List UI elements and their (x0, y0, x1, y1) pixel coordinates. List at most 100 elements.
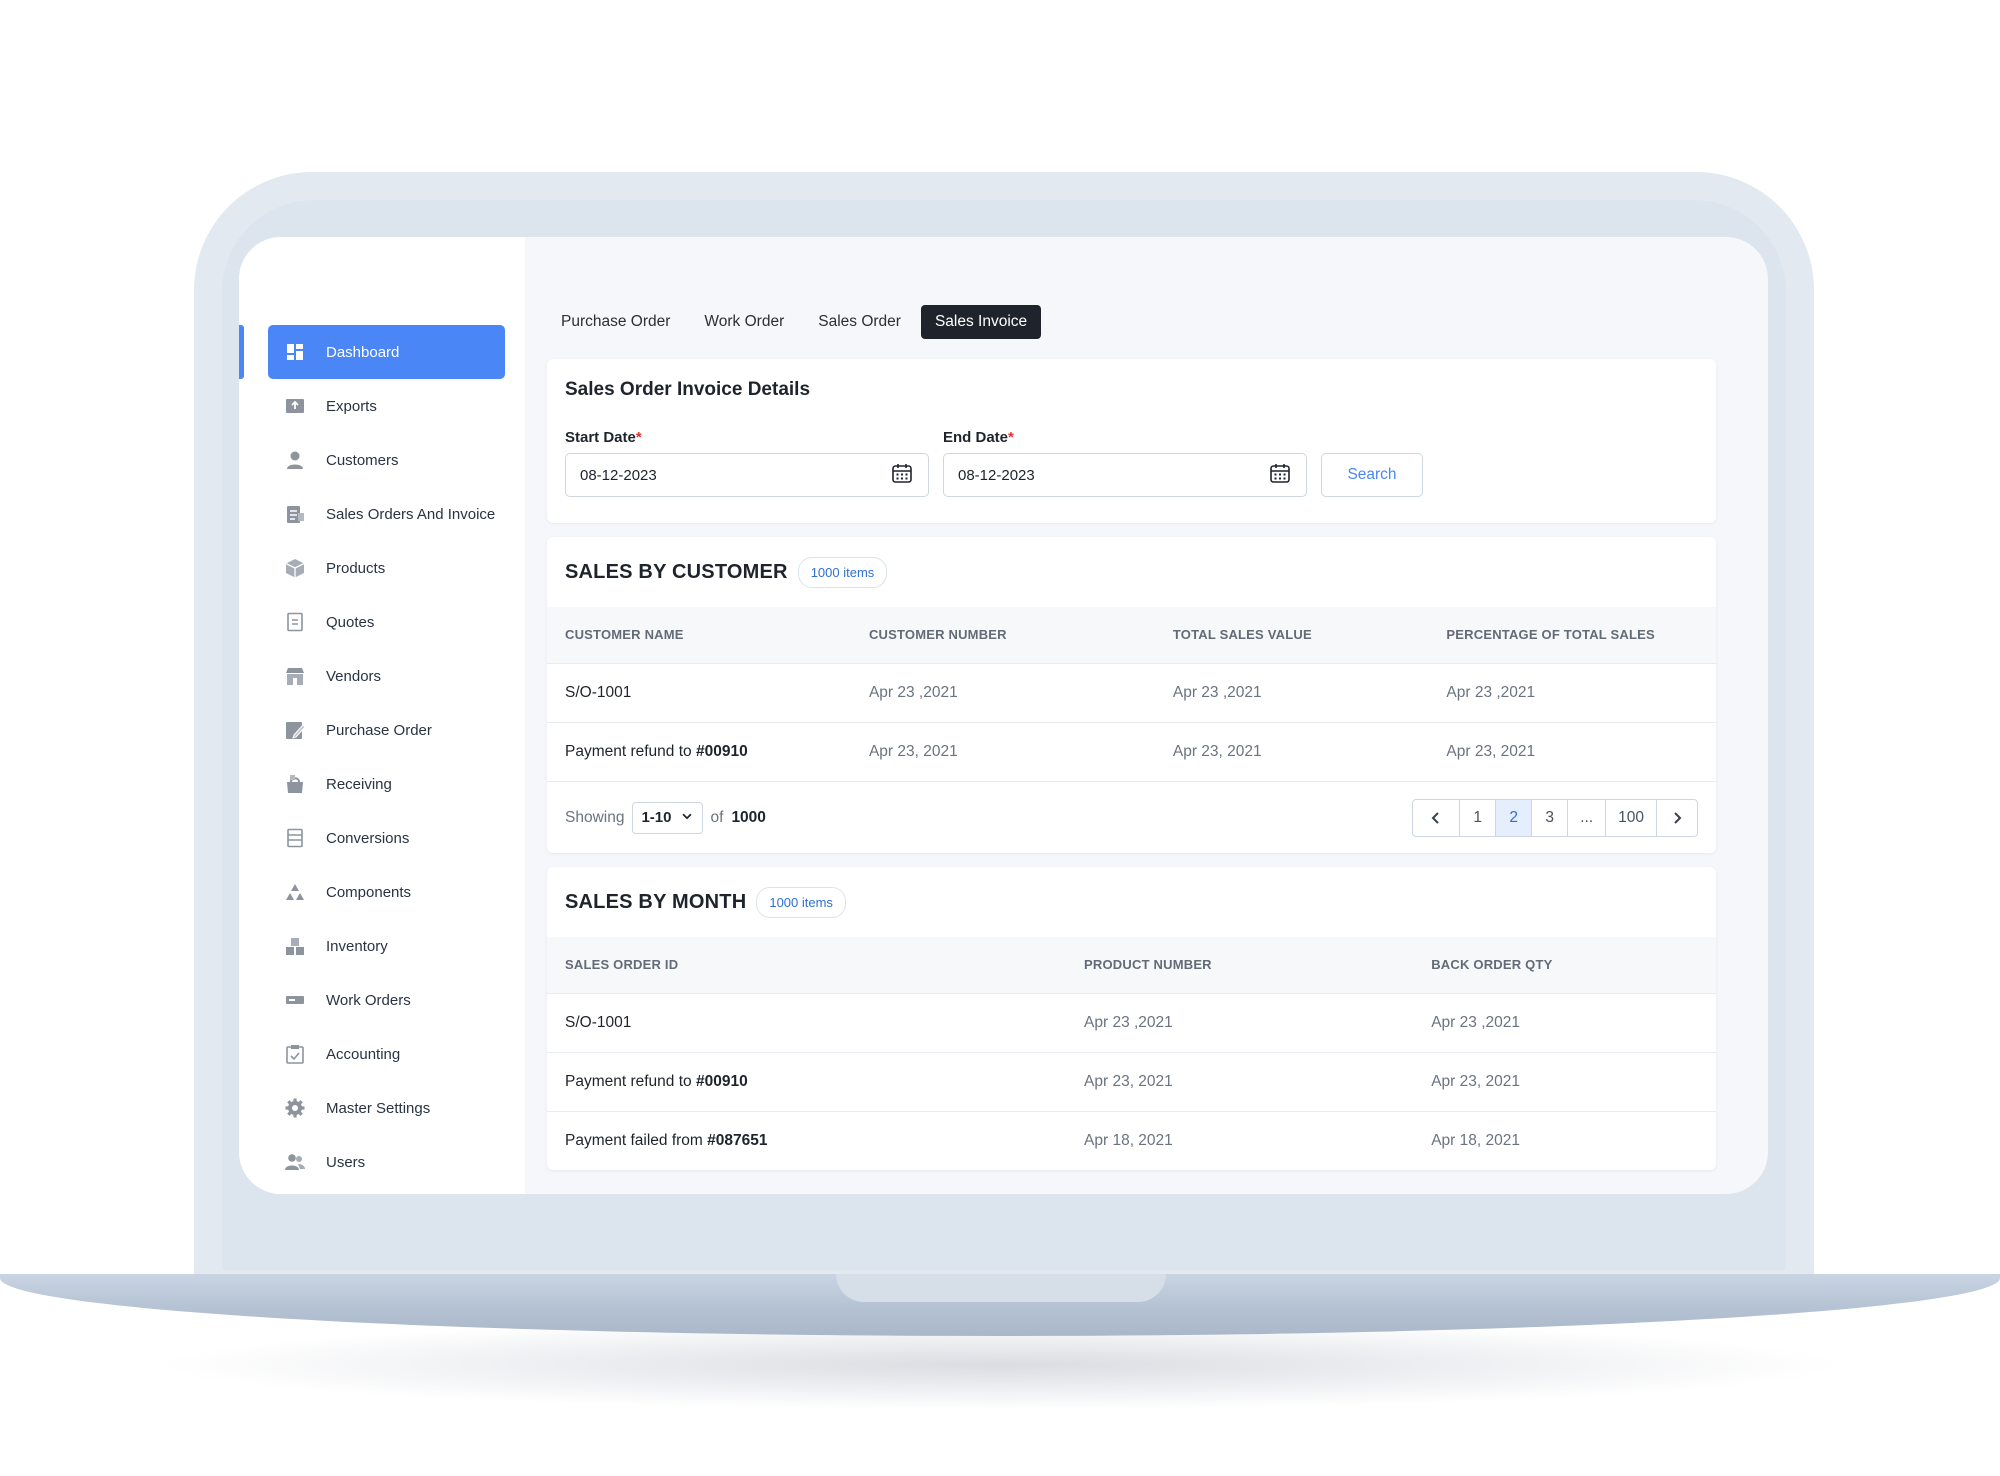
sidebar: Dashboard Exports Customers Sales Orders… (239, 237, 525, 1194)
sidebar-item-label: Receiving (326, 775, 392, 793)
customer-number-cell: Apr 23, 2021 (850, 721, 1155, 781)
page-button[interactable]: 1 (1459, 799, 1495, 836)
tab-sales-invoice[interactable]: Sales Invoice (920, 305, 1042, 339)
cell-strong-text: #00910 (695, 742, 748, 760)
products-icon (284, 557, 306, 579)
product-number-cell: Apr 23 ,2021 (1066, 992, 1414, 1052)
sidebar-item-products[interactable]: Products (268, 541, 505, 595)
cell-text: Payment failed from (565, 1131, 708, 1149)
sidebar-item-label: Exports (326, 397, 377, 415)
column-header[interactable]: BACK ORDER QTY (1413, 937, 1716, 993)
chevron-left-icon (1431, 811, 1439, 824)
back-order-qty-cell: Apr 23 ,2021 (1413, 992, 1716, 1052)
tab-work-order[interactable]: Work Order (690, 305, 798, 339)
sales-order-id-cell: Payment failed from #087651 (547, 1110, 1067, 1170)
exports-icon (284, 395, 306, 417)
start-date-value: 08-12-2023 (580, 466, 657, 484)
sidebar-item-components[interactable]: Components (268, 865, 505, 919)
start-date-field: Start Date* 08-12-2023 (565, 429, 929, 497)
start-date-input[interactable]: 08-12-2023 (565, 453, 929, 497)
cell-strong-text: #00910 (695, 1072, 748, 1090)
invoice-filter-card: Sales Order Invoice Details Start Date* … (547, 359, 1716, 523)
sales-order-id-cell: S/O-1001 (547, 992, 1067, 1052)
sidebar-item-inventory[interactable]: Inventory (268, 919, 505, 973)
table-row[interactable]: Payment failed from #087651 Apr 18, 2021… (547, 1110, 1716, 1170)
end-date-label: End Date* (943, 429, 1307, 446)
column-header[interactable]: PRODUCT NUMBER (1066, 937, 1414, 993)
column-header[interactable]: TOTAL SALES VALUE (1154, 607, 1429, 663)
sidebar-item-receiving[interactable]: Receiving (268, 757, 505, 811)
table-row[interactable]: Payment refund to #00910 Apr 23, 2021 Ap… (547, 721, 1716, 781)
users-icon (284, 1151, 306, 1173)
inventory-icon (284, 935, 306, 957)
page-button-current[interactable]: 2 (1495, 799, 1532, 836)
sidebar-item-work-orders[interactable]: Work Orders (268, 973, 505, 1027)
tab-purchase-order[interactable]: Purchase Order (547, 305, 684, 339)
sidebar-item-dashboard[interactable]: Dashboard (268, 325, 505, 379)
table-row[interactable]: Payment refund to #00910 Apr 23, 2021 Ap… (547, 1051, 1716, 1111)
cell-text: S/O-1001 (565, 1013, 632, 1031)
next-page-button[interactable] (1656, 799, 1697, 836)
end-date-input[interactable]: 08-12-2023 (943, 453, 1307, 497)
sidebar-item-sales-orders[interactable]: Sales Orders And Invoice (268, 487, 505, 541)
cell-text: S/O-1001 (565, 683, 632, 701)
vendors-icon (284, 665, 306, 687)
column-header[interactable]: CUSTOMER NAME (547, 607, 851, 663)
sidebar-item-label: Master Settings (326, 1099, 431, 1117)
page-size-value: 1-10 (641, 809, 672, 826)
sidebar-item-exports[interactable]: Exports (268, 379, 505, 433)
table-row[interactable]: S/O-1001 Apr 23 ,2021 Apr 23 ,2021 Apr 2… (547, 662, 1716, 722)
sidebar-item-master-settings[interactable]: Master Settings (268, 1081, 505, 1135)
sidebar-nav: Dashboard Exports Customers Sales Orders… (239, 325, 525, 1189)
page-button[interactable]: 100 (1605, 799, 1656, 836)
table-row[interactable]: S/O-1001 Apr 23 ,2021 Apr 23 ,2021 (547, 992, 1716, 1052)
page-ellipsis: ... (1567, 799, 1605, 836)
sales-by-customer-card: SALES BY CUSTOMER 1000 items CUSTOMER NA… (547, 537, 1716, 853)
sidebar-item-conversions[interactable]: Conversions (268, 811, 505, 865)
sales-orders-icon (284, 503, 306, 525)
gear-icon (284, 1097, 306, 1119)
sidebar-item-label: Products (326, 559, 386, 577)
sales-by-customer-title: SALES BY CUSTOMER (565, 560, 788, 583)
filter-row: Start Date* 08-12-2023 End Date* 08-12-2… (565, 429, 1698, 497)
tab-sales-order[interactable]: Sales Order (804, 305, 915, 339)
sidebar-item-customers[interactable]: Customers (268, 433, 505, 487)
column-header[interactable]: PERCENTAGE OF TOTAL SALES (1428, 607, 1716, 663)
sidebar-item-accounting[interactable]: Accounting (268, 1027, 505, 1081)
sidebar-item-purchase-order[interactable]: Purchase Order (268, 703, 505, 757)
sidebar-item-vendors[interactable]: Vendors (268, 649, 505, 703)
back-order-qty-cell: Apr 23, 2021 (1413, 1051, 1716, 1111)
start-date-label-text: Start Date (565, 429, 636, 446)
customer-name-cell: S/O-1001 (547, 662, 851, 722)
pagination: 1 2 3 ... 100 (1412, 798, 1698, 837)
column-header[interactable]: CUSTOMER NUMBER (850, 607, 1155, 663)
sidebar-item-quotes[interactable]: Quotes (268, 595, 505, 649)
of-label: of (710, 808, 724, 826)
sidebar-item-users[interactable]: Users (268, 1135, 505, 1189)
purchase-order-icon (284, 719, 306, 741)
card-header: SALES BY CUSTOMER 1000 items (547, 537, 1716, 607)
card-header: SALES BY MONTH 1000 items (547, 867, 1716, 937)
main-content: Purchase Order Work Order Sales Order Sa… (525, 237, 1768, 1194)
page-button[interactable]: 3 (1531, 799, 1567, 836)
end-date-value: 08-12-2023 (958, 466, 1035, 484)
page-size-select[interactable]: 1-10 (632, 801, 703, 834)
end-date-field: End Date* 08-12-2023 (943, 429, 1307, 497)
back-order-qty-cell: Apr 18, 2021 (1413, 1110, 1716, 1170)
conversions-icon (284, 827, 306, 849)
accounting-icon (284, 1043, 306, 1065)
search-button[interactable]: Search (1321, 453, 1423, 497)
quotes-icon (284, 611, 306, 633)
sidebar-item-label: Purchase Order (326, 721, 432, 739)
sidebar-item-label: Quotes (326, 613, 375, 631)
calendar-icon[interactable] (890, 461, 914, 489)
column-header[interactable]: SALES ORDER ID (547, 937, 1067, 993)
table-header-row: SALES ORDER ID PRODUCT NUMBER BACK ORDER… (547, 937, 1716, 993)
cell-text: Payment refund to (565, 742, 696, 760)
sidebar-item-label: Conversions (326, 829, 410, 847)
start-date-label: Start Date* (565, 429, 929, 446)
calendar-icon[interactable] (1268, 461, 1292, 489)
cell-text: Payment refund to (565, 1072, 696, 1090)
prev-page-button[interactable] (1413, 800, 1459, 836)
app-screen: Dashboard Exports Customers Sales Orders… (239, 237, 1768, 1194)
